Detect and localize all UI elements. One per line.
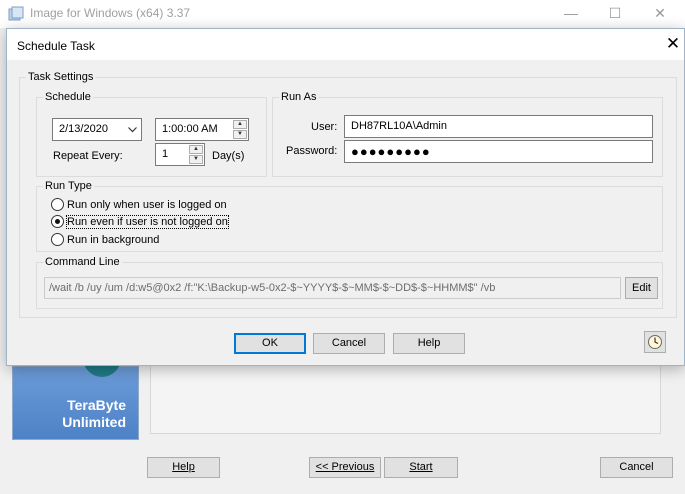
user-field[interactable]: DH87RL10A\Admin [344,115,653,138]
radio-icon[interactable] [51,197,64,211]
logo-text-line1: TeraByte [67,397,126,413]
help-button[interactable]: Help [393,333,465,354]
main-titlebar: Image for Windows (x64) 3.37 — ☐ ✕ [0,0,685,28]
run-type-legend: Run Type [45,180,92,192]
start-label: Start [409,461,433,473]
password-label: Password: [286,145,338,157]
previous-label: << Previous [315,461,375,473]
main-cancel-label: Cancel [619,461,654,473]
cancel-button[interactable]: Cancel [313,333,385,354]
run-type-option-label: Run only when user is logged on [67,199,227,211]
command-line-field[interactable]: /wait /b /uy /um /d:w5@0x2 /f:"K:\Backup… [44,277,621,299]
main-help-label: Help [172,461,195,473]
chevron-down-icon[interactable] [128,127,137,133]
maximize-icon[interactable]: ☐ [600,4,630,24]
terabyte-logo: TeraByte Unlimited [12,353,139,440]
command-line-legend: Command Line [45,256,120,268]
repeat-spinner[interactable]: ▲ ▼ [189,145,203,164]
dialog-title: Schedule Task [17,39,95,53]
repeat-every-value: 1 [162,148,169,160]
command-line-value: /wait /b /uy /um /d:w5@0x2 /f:"K:\Backup… [49,282,496,294]
run-type-option-background[interactable]: Run in background [51,232,159,248]
wizard-content-panel [150,366,661,434]
main-window-title: Image for Windows (x64) 3.37 [30,6,191,20]
edit-command-button[interactable]: Edit [625,277,658,299]
time-down-icon[interactable]: ▼ [233,130,247,139]
help-label: Help [417,337,441,349]
radio-selected-icon[interactable] [51,214,64,228]
repeat-every-label: Repeat Every: [53,150,123,162]
logo-text-line2: Unlimited [62,414,126,430]
task-settings-legend: Task Settings [28,71,94,83]
previous-button[interactable]: << Previous [309,457,381,478]
radio-icon[interactable] [51,232,64,246]
date-picker[interactable]: 2/13/2020 [52,118,142,141]
time-spinner[interactable]: ▲ ▼ [233,120,247,139]
run-as-legend: Run As [281,91,317,103]
run-type-option-label: Run even if user is not logged on [66,215,229,229]
time-field[interactable]: 1:00:00 AM ▲ ▼ [155,118,249,141]
window-close-icon[interactable]: ✕ [645,4,675,24]
repeat-every-field[interactable]: 1 ▲ ▼ [155,143,205,166]
schedule-legend: Schedule [45,91,91,103]
app-icon [8,6,24,21]
user-label: User: [311,121,338,133]
edit-command-label: Edit [632,282,651,294]
user-value: DH87RL10A\Admin [351,120,447,132]
minimize-icon[interactable]: — [556,4,586,24]
main-help-button[interactable]: Help [147,457,220,478]
ok-label: OK [262,337,278,349]
time-value: 1:00:00 AM [162,123,218,135]
run-type-option-logged-on[interactable]: Run only when user is logged on [51,197,227,213]
repeat-up-icon[interactable]: ▲ [189,145,203,154]
main-cancel-button[interactable]: Cancel [600,457,673,478]
run-type-option-label: Run in background [67,234,160,246]
password-field[interactable]: ●●●●●●●●● [344,140,653,163]
time-up-icon[interactable]: ▲ [233,120,247,129]
repeat-unit-label: Day(s) [212,150,245,162]
run-type-option-not-logged-on[interactable]: Run even if user is not logged on [51,214,229,230]
schedule-task-dialog: Schedule Task ✕ Task Settings Schedule 2… [6,28,685,366]
password-value: ●●●●●●●●● [351,144,431,159]
close-icon[interactable]: ✕ [663,34,683,54]
date-value: 2/13/2020 [59,123,108,135]
clock-icon [648,335,662,349]
start-button[interactable]: Start [384,457,458,478]
repeat-down-icon[interactable]: ▼ [189,155,203,164]
cancel-label: Cancel [331,337,367,349]
dialog-titlebar: Schedule Task ✕ [7,29,684,60]
ok-button[interactable]: OK [234,333,306,354]
schedule-history-button[interactable] [644,331,666,353]
